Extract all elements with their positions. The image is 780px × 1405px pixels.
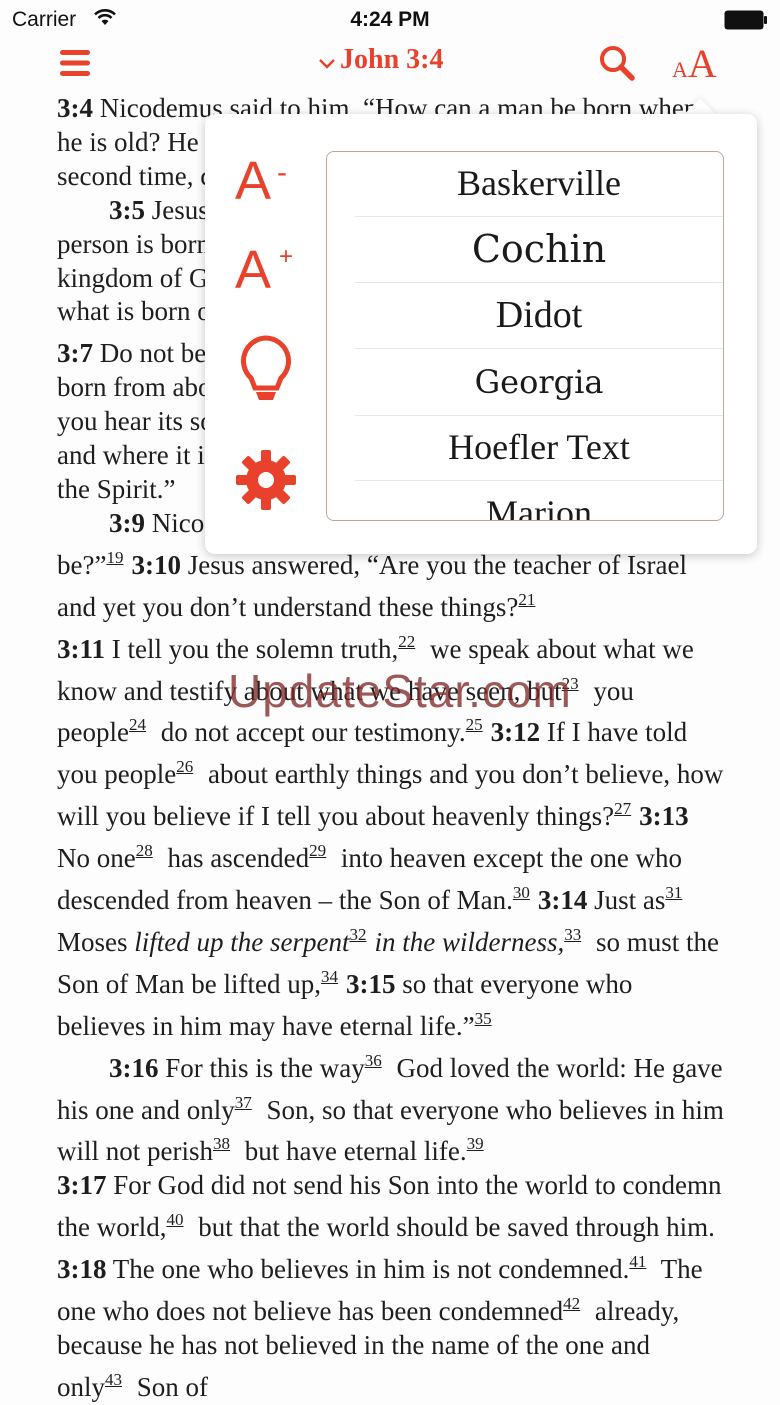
font-settings-popover: A- A + Baskerville Cochin Didot Georgia Ho xyxy=(205,114,757,554)
footnote-link[interactable]: 31 xyxy=(665,883,682,902)
italic-text: lifted up the serpent xyxy=(134,926,350,957)
footnote-link[interactable]: 42 xyxy=(563,1294,580,1313)
status-bar: Carrier 4:24 PM xyxy=(0,0,780,40)
plus-sign: + xyxy=(279,243,294,270)
font-option[interactable]: Cochin xyxy=(355,216,723,283)
verse-number: 3:15 xyxy=(345,968,396,999)
passage-reference-button[interactable]: John 3:4 xyxy=(318,44,443,84)
font-option[interactable]: Georgia xyxy=(355,349,723,416)
verse-text: but that the world should be saved throu… xyxy=(191,1212,715,1243)
gear-icon xyxy=(236,450,296,510)
footnote-link[interactable]: 27 xyxy=(614,799,631,818)
navigation-bar: John 3:4 AA xyxy=(0,40,780,92)
italic-text: in the wilderness, xyxy=(374,926,565,957)
footnote-link[interactable]: 26 xyxy=(176,757,193,776)
verse-number: 3:13 xyxy=(639,801,689,832)
footnote-link[interactable]: 28 xyxy=(136,841,153,860)
chevron-down-icon xyxy=(318,46,336,78)
footnote-link[interactable]: 32 xyxy=(349,925,366,944)
font-option[interactable]: Didot xyxy=(355,282,723,349)
settings-button[interactable] xyxy=(235,449,297,511)
verse-text: I tell you the solemn truth, xyxy=(105,633,399,664)
verse-number: 3:18 xyxy=(57,1254,107,1285)
night-mode-button[interactable] xyxy=(235,334,297,400)
footnote-link[interactable]: 33 xyxy=(564,925,581,944)
verse-number: 3:11 xyxy=(57,633,106,664)
font-size-large-glyph: A xyxy=(687,41,717,86)
font-option[interactable]: Marion xyxy=(355,480,723,520)
minus-sign: - xyxy=(277,156,287,189)
hamburger-icon xyxy=(60,50,90,76)
font-size-small-glyph: A xyxy=(672,57,688,82)
verse-number: 3:7 xyxy=(57,338,93,369)
footnote-link[interactable]: 43 xyxy=(105,1370,122,1389)
clock: 4:24 PM xyxy=(350,8,430,31)
footnote-link[interactable]: 22 xyxy=(398,632,415,651)
search-button[interactable] xyxy=(598,44,638,84)
footnote-link[interactable]: 35 xyxy=(475,1009,492,1028)
footnote-link[interactable]: 30 xyxy=(513,883,530,902)
passage-reference: John 3:4 xyxy=(340,44,444,75)
footnote-link[interactable]: 40 xyxy=(166,1210,183,1229)
battery-icon xyxy=(724,10,768,30)
verse-number: 3:4 xyxy=(57,93,93,123)
footnote-link[interactable]: 19 xyxy=(106,548,123,567)
footnote-link[interactable]: 29 xyxy=(309,841,326,860)
verse-number: 3:9 xyxy=(109,507,145,538)
verse-text: For this is the way xyxy=(158,1052,365,1083)
footnote-link[interactable]: 34 xyxy=(321,967,338,986)
verse-text: No one xyxy=(57,843,136,874)
verse-number: 3:17 xyxy=(57,1170,107,1201)
passage-paragraph: 3:9 Nicodemus replied, “How can these th… xyxy=(57,507,727,1044)
verse-text: has ascended xyxy=(160,843,310,874)
verse-text: do not accept our testimony. xyxy=(153,717,466,748)
menu-button[interactable] xyxy=(60,48,92,78)
verse-number: 3:14 xyxy=(537,885,588,916)
decrease-font-size-button[interactable]: A- xyxy=(235,150,297,212)
footnote-link[interactable]: 23 xyxy=(562,674,579,693)
lightbulb-icon xyxy=(240,335,292,400)
font-family-list[interactable]: Baskerville Cochin Didot Georgia Hoefler Tex… xyxy=(326,151,724,521)
font-decrease-icon: A xyxy=(235,151,272,211)
verse-number: 3:10 xyxy=(131,549,181,580)
footnote-link[interactable]: 38 xyxy=(213,1134,230,1153)
footnote-link[interactable]: 24 xyxy=(129,715,146,734)
verse-number: 3:16 xyxy=(109,1052,159,1083)
font-settings-button[interactable]: AA xyxy=(672,40,717,86)
footnote-link[interactable]: 21 xyxy=(518,590,535,609)
verse-number: 3:12 xyxy=(490,717,541,748)
verse-text: Moses xyxy=(57,926,135,957)
footnote-link[interactable]: 36 xyxy=(365,1051,382,1070)
search-icon xyxy=(600,46,635,81)
footnote-link[interactable]: 41 xyxy=(629,1252,646,1271)
footnote-link[interactable]: 39 xyxy=(467,1134,484,1153)
font-option[interactable]: Baskerville xyxy=(355,152,723,217)
verse-text: Just as xyxy=(587,885,666,916)
font-increase-icon: A xyxy=(235,240,272,300)
verse-text: The one who believes in him is not conde… xyxy=(106,1254,630,1285)
increase-font-size-button[interactable]: A + xyxy=(235,239,297,301)
footnote-link[interactable]: 37 xyxy=(235,1093,252,1112)
verse-number: 3:5 xyxy=(109,194,145,225)
verse-text: but have eternal life. xyxy=(238,1136,467,1167)
footnote-link[interactable]: 25 xyxy=(466,715,483,734)
passage-paragraph: 3:16 For this is the way36 God loved the… xyxy=(57,1044,727,1405)
font-option[interactable]: Hoefler Text xyxy=(355,414,723,481)
